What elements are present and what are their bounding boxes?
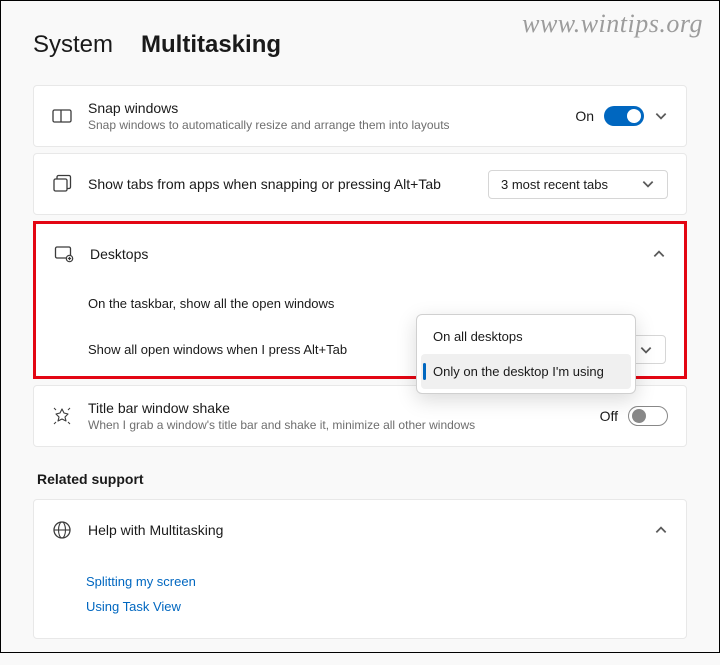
tabs-select-value: 3 most recent tabs [501, 177, 608, 192]
dropdown-option-all[interactable]: On all desktops [421, 319, 631, 354]
breadcrumb-current: Multitasking [141, 31, 281, 59]
snap-title: Snap windows [88, 100, 559, 116]
desktops-alttab-label: Show all open windows when I press Alt+T… [88, 342, 347, 357]
breadcrumb-parent[interactable]: System [33, 31, 113, 59]
tabs-title: Show tabs from apps when snapping or pre… [88, 176, 472, 192]
chevron-down-icon[interactable] [654, 109, 668, 123]
desktops-taskbar-label: On the taskbar, show all the open window… [88, 296, 334, 311]
shake-title: Title bar window shake [88, 400, 584, 416]
snap-windows-card: Snap windows Snap windows to automatical… [33, 85, 687, 147]
tabs-select[interactable]: 3 most recent tabs [488, 170, 668, 199]
shake-card: Title bar window shake When I grab a win… [33, 385, 687, 447]
tabs-icon [52, 174, 72, 194]
shake-icon [52, 406, 72, 426]
shake-toggle[interactable] [628, 406, 668, 426]
help-card: Help with Multitasking Splitting my scre… [33, 499, 687, 639]
chevron-down-icon [639, 343, 653, 357]
chevron-up-icon[interactable] [654, 523, 668, 537]
help-title: Help with Multitasking [88, 522, 638, 538]
chevron-up-icon[interactable] [652, 247, 666, 261]
tabs-card: Show tabs from apps when snapping or pre… [33, 153, 687, 215]
globe-icon [52, 520, 72, 540]
help-link-splitting[interactable]: Splitting my screen [86, 574, 668, 589]
snap-icon [52, 106, 72, 126]
desktops-dropdown: On all desktops Only on the desktop I'm … [416, 314, 636, 394]
desktops-title: Desktops [90, 246, 636, 262]
snap-toggle[interactable] [604, 106, 644, 126]
related-support-heading: Related support [37, 471, 687, 487]
shake-state-label: Off [600, 408, 618, 424]
chevron-down-icon [641, 177, 655, 191]
shake-desc: When I grab a window's title bar and sha… [88, 418, 584, 432]
dropdown-option-current[interactable]: Only on the desktop I'm using [421, 354, 631, 389]
breadcrumb: System Multitasking [33, 31, 687, 59]
help-link-taskview[interactable]: Using Task View [86, 599, 668, 614]
desktops-icon [54, 244, 74, 264]
snap-state-label: On [575, 108, 594, 124]
snap-desc: Snap windows to automatically resize and… [88, 118, 559, 132]
desktops-highlight: Desktops On the taskbar, show all the op… [33, 221, 687, 379]
